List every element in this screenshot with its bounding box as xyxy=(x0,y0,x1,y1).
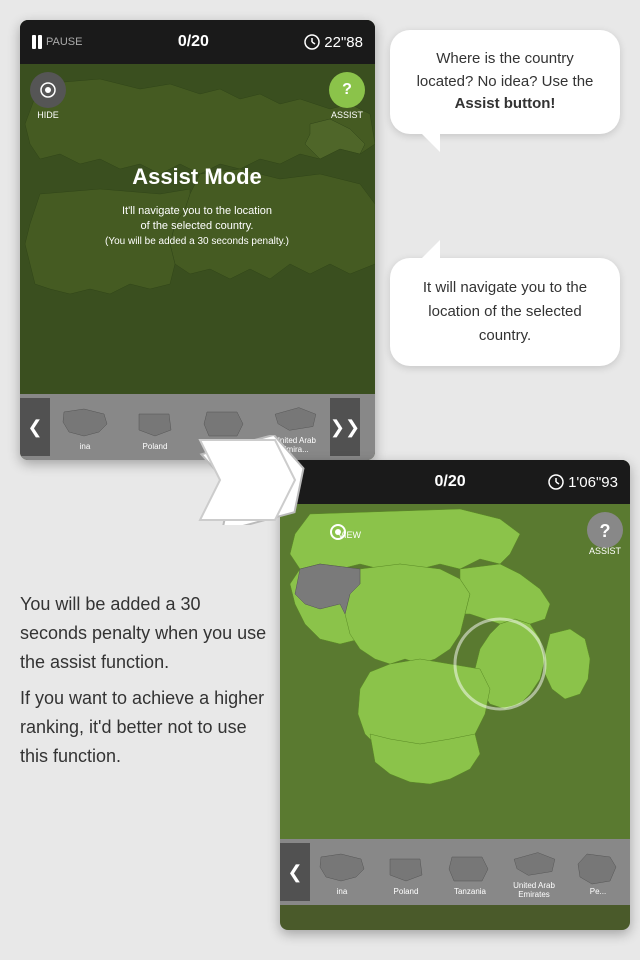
bottom-game-screenshot: 0/20 1'06"93 +30sec. xyxy=(280,460,630,930)
bottom-country-peru[interactable]: Pe... xyxy=(566,843,630,901)
svg-text:(You will be added a 30 second: (You will be added a 30 seconds penalty.… xyxy=(105,236,289,247)
uae-shape xyxy=(269,400,321,436)
china-shape xyxy=(59,404,111,442)
svg-text:ASSIST: ASSIST xyxy=(589,546,622,556)
assist-label: ASSIST xyxy=(331,110,363,120)
bubble-1-text: Where is the country located? No idea? U… xyxy=(417,50,594,112)
bottom-poland-label: Poland xyxy=(394,887,419,896)
bottom-peru-label: Pe... xyxy=(590,887,606,896)
svg-text:?: ? xyxy=(600,521,611,541)
top-game-screenshot: PAUSE 0/20 22"88 xyxy=(20,20,375,460)
bottom-game-header: 0/20 1'06"93 xyxy=(280,460,630,504)
penalty-description: You will be added a 30 seconds penalty w… xyxy=(20,590,270,676)
bottom-map-area: VIEW ? ASSIST xyxy=(280,504,630,839)
top-map-area: Assist Mode It'll navigate you to the lo… xyxy=(20,64,375,394)
bottom-country-strip: ❮ ina Poland Tanzania United ArabEmirate… xyxy=(280,839,630,905)
country-thumb-poland[interactable]: Poland xyxy=(120,398,190,456)
bubble-1: Where is the country located? No idea? U… xyxy=(390,30,620,134)
svg-text:Assist Mode: Assist Mode xyxy=(132,164,262,189)
top-assist-button[interactable]: ? ASSIST xyxy=(329,72,365,120)
bottom-timer-display: 1'06"93 xyxy=(548,474,618,491)
bottom-tanzania-shape xyxy=(444,849,496,887)
pause-label: PAUSE xyxy=(46,36,82,48)
bottom-strip-nav-left[interactable]: ❮ xyxy=(280,843,310,901)
left-text-area: You will be added a 30 seconds penalty w… xyxy=(20,590,270,779)
hide-icon xyxy=(30,72,66,108)
bottom-country-tanzania[interactable]: Tanzania xyxy=(438,843,502,901)
bottom-clock-icon xyxy=(548,474,564,490)
bubble-2-text: It will navigate you to the location of … xyxy=(423,279,587,344)
china-label: ina xyxy=(80,442,91,451)
pause-button[interactable]: PAUSE xyxy=(32,35,82,49)
bottom-country-china[interactable]: ina xyxy=(310,843,374,901)
assist-icon: ? xyxy=(329,72,365,108)
score-display: 0/20 xyxy=(178,33,209,51)
svg-text:of the selected country.: of the selected country. xyxy=(141,220,254,232)
svg-text:It'll navigate you to the loca: It'll navigate you to the location xyxy=(122,205,272,217)
timer-display: 22"88 xyxy=(304,34,363,51)
bottom-tanzania-label: Tanzania xyxy=(454,887,486,896)
ranking-advice: If you want to achieve a higher ranking,… xyxy=(20,684,270,770)
bottom-score-display: 0/20 xyxy=(434,473,465,491)
bubble-2: It will navigate you to the location of … xyxy=(390,258,620,366)
top-game-header: PAUSE 0/20 22"88 xyxy=(20,20,375,64)
timer-value: 22"88 xyxy=(324,34,363,51)
top-map-svg: Assist Mode It'll navigate you to the lo… xyxy=(20,64,375,394)
poland-label: Poland xyxy=(143,442,168,451)
clock-icon xyxy=(304,34,320,50)
bottom-country-uae[interactable]: United ArabEmirates xyxy=(502,843,566,901)
country-thumb-china[interactable]: ina xyxy=(50,398,120,456)
strip-nav-right[interactable]: ❯❯ xyxy=(330,398,360,456)
bottom-china-label: ina xyxy=(337,887,348,896)
arrow-svg xyxy=(190,435,330,525)
svg-text:VIEW: VIEW xyxy=(338,530,362,540)
bottom-peru-shape xyxy=(572,849,624,887)
poland-shape xyxy=(129,404,181,442)
strip-nav-left[interactable]: ❮ xyxy=(20,398,50,456)
bottom-country-poland[interactable]: Poland xyxy=(374,843,438,901)
arrow-divider xyxy=(190,435,330,525)
bottom-map-svg: VIEW ? ASSIST xyxy=(280,504,630,839)
bottom-timer-value: 1'06"93 xyxy=(568,474,618,491)
bottom-uae-shape xyxy=(508,845,560,881)
bubble-1-bold: Assist button! xyxy=(455,95,556,112)
bottom-china-shape xyxy=(316,849,368,887)
bottom-uae-label: United ArabEmirates xyxy=(513,881,555,899)
hide-button[interactable]: HIDE xyxy=(30,72,66,120)
hide-label: HIDE xyxy=(37,110,59,120)
bottom-poland-shape xyxy=(380,849,432,887)
